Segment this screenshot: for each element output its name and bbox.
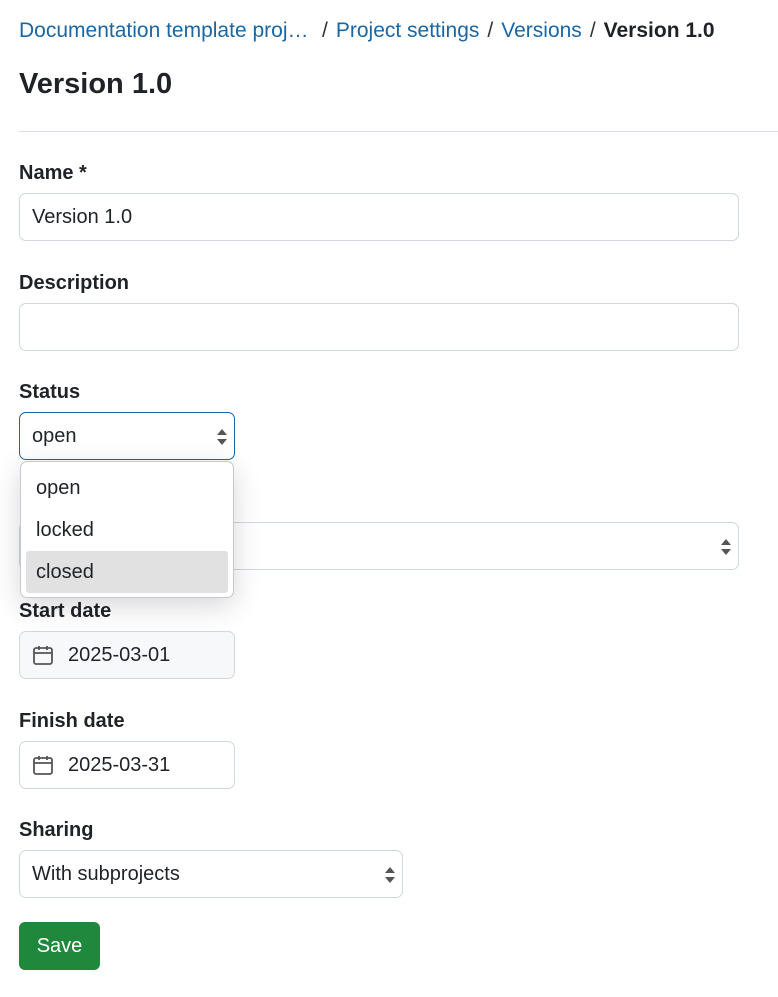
status-option-closed[interactable]: closed	[26, 551, 228, 593]
description-input[interactable]	[19, 303, 739, 351]
sharing-label: Sharing	[19, 819, 94, 841]
calendar-icon	[33, 756, 53, 775]
header-divider	[19, 131, 778, 132]
start-date-value: 2025-03-01	[68, 643, 171, 666]
breadcrumb-separator: /	[589, 19, 596, 42]
breadcrumb-current: Version 1.0	[603, 19, 715, 42]
status-option-locked[interactable]: locked	[26, 509, 228, 551]
finish-date-field[interactable]: 2025-03-31	[19, 741, 235, 789]
sharing-select[interactable]: With subprojects	[19, 850, 403, 898]
save-button[interactable]: Save	[19, 922, 100, 970]
breadcrumb-versions-link[interactable]: Versions	[501, 16, 582, 46]
version-edit-page: Documentation template project / Project…	[0, 0, 778, 997]
status-label: Status	[19, 381, 81, 403]
breadcrumb-separator: /	[487, 19, 494, 42]
breadcrumb-project-settings-link[interactable]: Project settings	[336, 16, 480, 46]
start-date-field[interactable]: 2025-03-01	[19, 631, 235, 679]
calendar-icon	[33, 646, 53, 665]
finish-date-label: Finish date	[19, 710, 125, 732]
description-label: Description	[19, 272, 130, 294]
select-caret-icon	[385, 867, 395, 883]
breadcrumb-project-link[interactable]: Documentation template project	[19, 16, 314, 46]
status-select-value: open	[32, 424, 77, 447]
status-option-open[interactable]: open	[26, 467, 228, 509]
start-date-label: Start date	[19, 600, 112, 622]
page-title: Version 1.0	[19, 68, 173, 100]
finish-date-value: 2025-03-31	[68, 753, 171, 776]
select-caret-icon	[217, 429, 227, 445]
name-label: Name *	[19, 162, 87, 184]
breadcrumb-separator: /	[322, 19, 328, 42]
sharing-select-value: With subprojects	[32, 862, 180, 885]
name-input[interactable]	[19, 193, 739, 241]
status-dropdown-list: open locked closed	[20, 461, 234, 598]
status-select[interactable]: open	[19, 412, 235, 460]
breadcrumb: Documentation template project / Project…	[19, 16, 715, 46]
select-caret-icon	[721, 539, 731, 555]
